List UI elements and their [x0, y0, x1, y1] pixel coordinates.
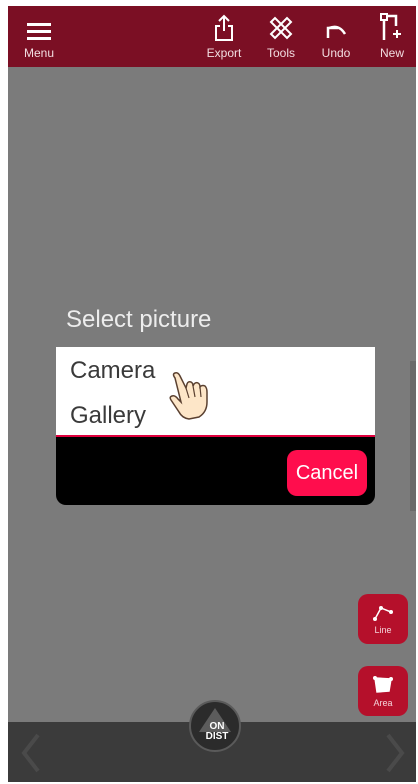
undo-button[interactable]: Undo: [316, 6, 356, 67]
ondist-label: ON DIST: [191, 722, 243, 742]
ondist-button[interactable]: ON DIST: [189, 700, 241, 752]
tools-label: Tools: [266, 46, 295, 60]
option-camera[interactable]: Camera: [70, 357, 155, 385]
menu-label: Menu: [23, 46, 55, 60]
tools-button[interactable]: Tools: [261, 6, 301, 67]
drawer-handle[interactable]: [410, 361, 416, 511]
chevron-left-icon[interactable]: [20, 733, 40, 778]
line-tool-button[interactable]: Line: [358, 594, 408, 644]
app-screen: Menu Export Tools Undo New Select pictur…: [8, 6, 416, 782]
chevron-right-icon[interactable]: [386, 733, 406, 778]
undo-label: Undo: [321, 46, 351, 60]
new-label: New: [379, 46, 404, 60]
tools-icon: [267, 6, 295, 42]
select-picture-dialog: Camera Gallery Cancel: [56, 347, 375, 505]
new-button[interactable]: New: [372, 6, 412, 67]
export-label: Export: [206, 46, 242, 60]
area-label: Area: [373, 697, 393, 708]
area-tool-button[interactable]: Area: [358, 666, 408, 716]
area-icon: [373, 675, 393, 693]
cancel-button[interactable]: Cancel: [287, 450, 367, 496]
option-gallery[interactable]: Gallery: [70, 402, 146, 430]
line-icon: [373, 605, 393, 621]
screen-edge: [0, 0, 8, 784]
ondist-bottom-label: DIST: [205, 731, 229, 742]
option-list: Camera Gallery: [56, 347, 375, 437]
export-icon: [213, 6, 235, 42]
menu-button[interactable]: Menu: [18, 6, 60, 67]
menu-icon: [26, 6, 52, 42]
top-toolbar: Menu Export Tools Undo New: [8, 6, 416, 67]
export-button[interactable]: Export: [202, 6, 246, 67]
line-label: Line: [374, 624, 392, 635]
dialog-title: Select picture: [66, 306, 212, 333]
undo-icon: [323, 6, 349, 42]
hand-pointer-icon: [164, 368, 213, 427]
new-icon: [379, 6, 405, 42]
